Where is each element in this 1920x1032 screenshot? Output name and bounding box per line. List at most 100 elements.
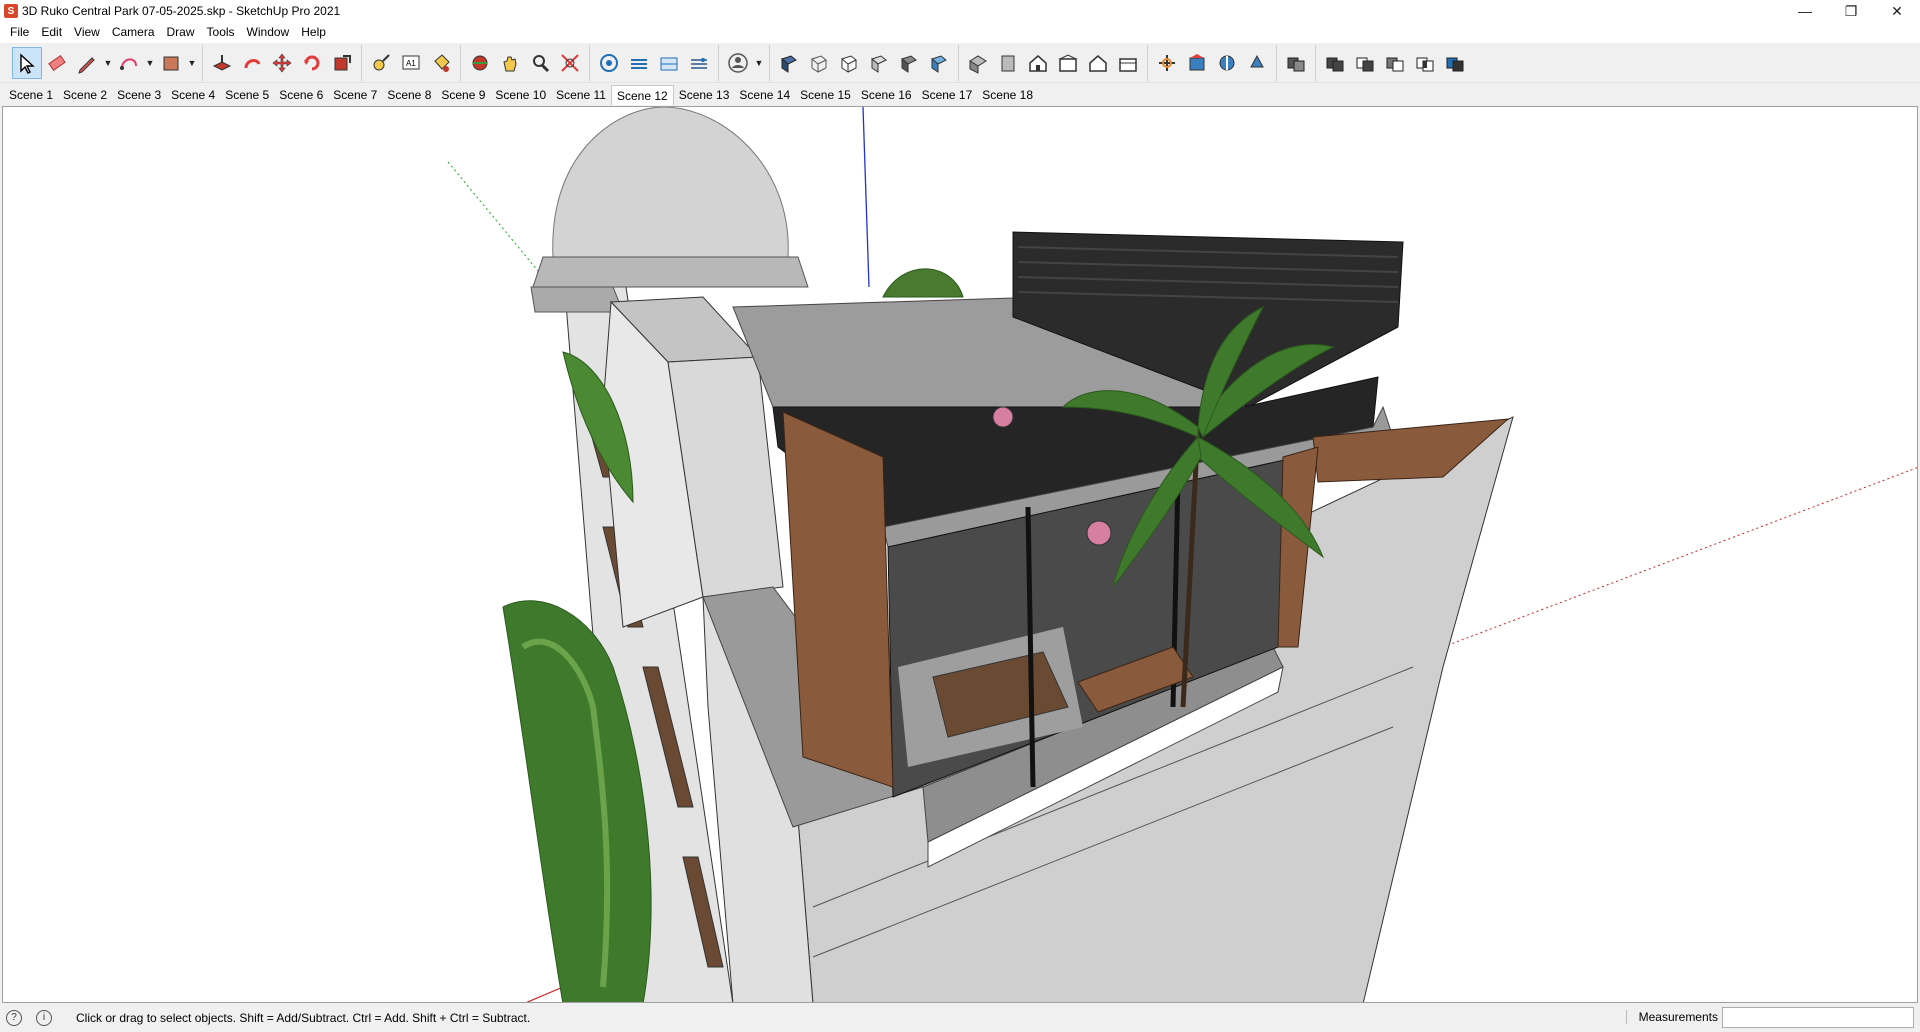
chevron-down-icon[interactable]: ▼ <box>753 47 765 79</box>
green-axis <box>447 161 544 278</box>
chevron-down-icon[interactable]: ▼ <box>186 47 198 79</box>
pencil-line-button[interactable] <box>72 47 102 79</box>
xray-style-button[interactable] <box>774 47 804 79</box>
layout-button[interactable] <box>654 47 684 79</box>
menu-help[interactable]: Help <box>295 22 332 43</box>
iso-view-button[interactable] <box>963 47 993 79</box>
toolbar-group <box>1315 44 1474 81</box>
close-button[interactable]: ✕ <box>1874 0 1920 22</box>
section-display-button[interactable] <box>1182 47 1212 79</box>
arc-button[interactable] <box>114 47 144 79</box>
menu-window[interactable]: Window <box>241 22 296 43</box>
scene-tab[interactable]: Scene 13 <box>674 85 735 105</box>
scene-tab[interactable]: Scene 14 <box>734 85 795 105</box>
solid-subtract-button[interactable] <box>1350 47 1380 79</box>
back-view-button[interactable] <box>1083 47 1113 79</box>
restore-button[interactable]: ❐ <box>1828 0 1874 22</box>
section-cuts-button[interactable] <box>1212 47 1242 79</box>
offset-button[interactable] <box>237 47 267 79</box>
top-view-button[interactable] <box>993 47 1023 79</box>
right-view-button[interactable] <box>1053 47 1083 79</box>
move-icon <box>272 53 292 72</box>
shaded-textures-style-button[interactable] <box>894 47 924 79</box>
scene-tab[interactable]: Scene 16 <box>856 85 917 105</box>
menu-edit[interactable]: Edit <box>35 22 68 43</box>
section-fill-button[interactable] <box>1242 47 1272 79</box>
hidden-line-style-icon <box>840 54 857 73</box>
hidden-line-style-button[interactable] <box>834 47 864 79</box>
menu-file[interactable]: File <box>4 22 35 43</box>
scene-tab[interactable]: Scene 3 <box>112 85 166 105</box>
select-button[interactable] <box>12 46 42 79</box>
solid-intersect-button[interactable] <box>1410 47 1440 79</box>
back-view-icon <box>1089 54 1107 72</box>
toolbar-group: ▼ ▼ ▼ <box>8 45 202 81</box>
scene-tab[interactable]: Scene 17 <box>917 85 978 105</box>
rectangle-icon <box>163 56 179 70</box>
scene-tab[interactable]: Scene 18 <box>977 85 1038 105</box>
section-plane-button[interactable] <box>1152 47 1182 79</box>
shaded-style-button[interactable] <box>864 47 894 79</box>
zoom-button[interactable] <box>525 47 555 79</box>
wall-badge <box>1086 520 1112 546</box>
menu-draw[interactable]: Draw <box>161 22 201 43</box>
scene-tab[interactable]: Scene 6 <box>274 85 328 105</box>
solid-split-button[interactable] <box>1440 47 1470 79</box>
tape-measure-button[interactable] <box>366 47 396 79</box>
extension-warehouse-button[interactable] <box>624 47 654 79</box>
menu-view[interactable]: View <box>68 22 106 43</box>
chevron-down-icon[interactable]: ▼ <box>144 47 156 79</box>
scene-tab[interactable]: Scene 1 <box>4 85 58 105</box>
info-icon[interactable]: i <box>36 1009 52 1026</box>
rectangle-button[interactable] <box>156 47 186 79</box>
geo-location-icon[interactable]: ? <box>6 1009 22 1026</box>
user-account-button[interactable] <box>723 47 753 79</box>
solid-union-button[interactable] <box>1320 47 1350 79</box>
zoom-icon <box>533 54 550 72</box>
scene-tab[interactable]: Scene 9 <box>436 85 490 105</box>
zoom-extents-button[interactable] <box>555 47 585 79</box>
scene-tab[interactable]: Scene 8 <box>382 85 436 105</box>
left-view-button[interactable] <box>1113 47 1143 79</box>
orbit-icon <box>472 55 488 70</box>
scene-tab[interactable]: Scene 4 <box>166 85 220 105</box>
move-button[interactable] <box>267 47 297 79</box>
section-plane-icon <box>1159 54 1175 71</box>
push-pull-button[interactable] <box>207 47 237 79</box>
scene-tab[interactable]: Scene 7 <box>328 85 382 105</box>
pan-button[interactable] <box>495 47 525 79</box>
scene-tab[interactable]: Scene 11 <box>551 85 611 105</box>
measurements-label: Measurements <box>1625 1010 1718 1024</box>
scale-button[interactable] <box>327 47 357 79</box>
measurements-input[interactable] <box>1722 1007 1914 1028</box>
outer-shell-button[interactable] <box>1281 47 1311 79</box>
toolbar-group <box>202 44 361 81</box>
scene-tab[interactable]: Scene 10 <box>490 85 551 105</box>
monochrome-style-button[interactable] <box>924 47 954 79</box>
front-view-button[interactable] <box>1023 47 1053 79</box>
orbit-button[interactable] <box>465 47 495 79</box>
sketchup-logo-icon: S <box>4 4 18 18</box>
paint-bucket-button[interactable] <box>426 47 456 79</box>
wireframe-style-button[interactable] <box>804 47 834 79</box>
text-button[interactable]: A1 <box>396 47 426 79</box>
rotate-button[interactable] <box>297 47 327 79</box>
front-view-icon <box>1029 54 1047 72</box>
drawing-viewport[interactable] <box>2 106 1918 1003</box>
scene-tab[interactable]: Scene 12 <box>610 85 674 105</box>
scene-tab[interactable]: Scene 5 <box>220 85 274 105</box>
window-controls: — ❐ ✕ <box>1782 0 1920 22</box>
wireframe-style-icon <box>810 54 827 73</box>
menu-camera[interactable]: Camera <box>106 22 161 43</box>
chevron-down-icon[interactable]: ▼ <box>102 47 114 79</box>
menu-tools[interactable]: Tools <box>201 22 241 43</box>
scene-tab[interactable]: Scene 2 <box>58 85 112 105</box>
red-axis <box>1442 467 1917 648</box>
section-cuts-icon <box>1219 55 1235 70</box>
solid-trim-button[interactable] <box>1380 47 1410 79</box>
warehouse-button[interactable] <box>594 47 624 79</box>
eraser-button[interactable] <box>42 47 72 79</box>
extension-manager-button[interactable] <box>684 47 714 79</box>
scene-tab[interactable]: Scene 15 <box>795 85 856 105</box>
minimize-button[interactable]: — <box>1782 0 1828 22</box>
